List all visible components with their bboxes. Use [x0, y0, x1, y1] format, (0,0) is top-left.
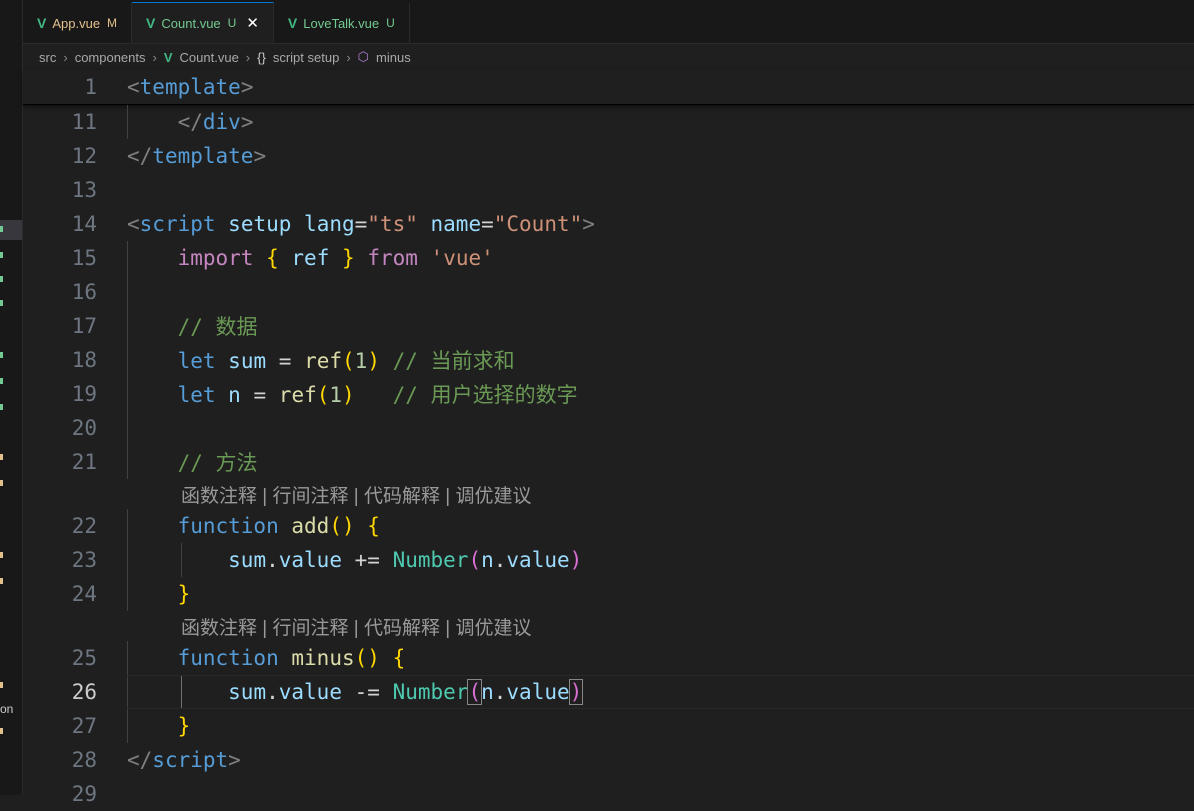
tab-app-vue[interactable]: V App.vue M [23, 3, 133, 43]
explorer-strip: on [0, 0, 23, 795]
breadcrumb-item-components[interactable]: components [75, 50, 146, 65]
breadcrumb-item-file[interactable]: Count.vue [180, 50, 239, 65]
code-line[interactable]: 29 [23, 777, 1194, 811]
chevron-right-icon: › [152, 49, 157, 65]
code-line[interactable]: 25 function minus() { [23, 641, 1194, 675]
line-number: 14 [71, 212, 97, 236]
tab-label: LoveTalk.vue [303, 15, 380, 31]
line-number: 11 [71, 110, 97, 134]
code-line[interactable]: 16 [23, 275, 1194, 309]
git-untracked-marker [0, 276, 3, 282]
git-untracked-marker [0, 352, 3, 358]
git-untracked-marker [0, 404, 3, 410]
code-line[interactable]: 15 import { ref } from 'vue' [23, 241, 1194, 275]
line-number: 23 [71, 548, 97, 572]
chevron-right-icon: › [63, 49, 68, 65]
braces-icon: {} [257, 49, 266, 65]
chevron-right-icon: › [346, 49, 351, 65]
code-line[interactable]: 14 <script setup lang="ts" name="Count"> [23, 207, 1194, 241]
line-number: 16 [71, 280, 97, 304]
method-cube-icon: ⬡ [357, 49, 370, 64]
line-number: 18 [71, 348, 97, 372]
git-modified-marker [0, 454, 3, 460]
git-untracked-marker [0, 252, 3, 258]
bracket-match: ( [467, 679, 483, 705]
codelens-actions[interactable]: 函数注释 | 行间注释 | 代码解释 | 调优建议 [181, 613, 531, 640]
git-status-badge: U [386, 16, 395, 30]
bracket-match: ) [568, 679, 584, 705]
vue-icon: V [163, 49, 173, 65]
line-number: 20 [71, 416, 97, 440]
line-number: 15 [71, 246, 97, 270]
git-untracked-marker [0, 300, 3, 306]
code-line[interactable]: 27 } [23, 709, 1194, 743]
line-number: 28 [71, 748, 97, 772]
code-line[interactable]: 11 </div> [23, 105, 1194, 139]
git-modified-marker [0, 682, 3, 688]
line-number: 26 [71, 680, 97, 704]
code-line[interactable]: 20 [23, 411, 1194, 445]
editor: V App.vue M V Count.vue U ✕ V LoveTalk.v… [23, 0, 1194, 806]
code-line[interactable]: 22 function add() { [23, 509, 1194, 543]
breadcrumb-item-minus[interactable]: minus [376, 50, 411, 65]
code-line[interactable]: 19 let n = ref(1) // 用户选择的数字 [23, 377, 1194, 411]
vue-icon: V [146, 15, 156, 31]
code-line[interactable]: 18 let sum = ref(1) // 当前求和 [23, 343, 1194, 377]
tab-lovetalk-vue[interactable]: V LoveTalk.vue U [274, 3, 410, 43]
tab-bar: V App.vue M V Count.vue U ✕ V LoveTalk.v… [23, 0, 1194, 44]
sticky-scroll-line[interactable]: 1 <template> [23, 70, 1194, 105]
tab-count-vue[interactable]: V Count.vue U ✕ [132, 2, 274, 43]
code-line[interactable]: 21 // 方法 [23, 445, 1194, 479]
code-line[interactable]: 13 [23, 173, 1194, 207]
git-status-badge: M [107, 16, 118, 30]
tab-label: Count.vue [161, 15, 221, 31]
explorer-text-fragment: on [0, 702, 14, 716]
git-untracked-marker [0, 378, 3, 384]
line-number: 21 [71, 450, 97, 474]
git-untracked-marker [0, 226, 3, 232]
codelens-actions[interactable]: 函数注释 | 行间注释 | 代码解释 | 调优建议 [181, 481, 531, 508]
line-number: 22 [71, 514, 97, 538]
code-line[interactable]: 17 // 数据 [23, 309, 1194, 343]
codelens-add[interactable]: 函数注释 | 行间注释 | 代码解释 | 调优建议 [23, 479, 1194, 509]
close-icon[interactable]: ✕ [246, 14, 259, 32]
code-line[interactable]: 23 sum.value += Number(n.value) [23, 543, 1194, 577]
code-line[interactable]: 12 </template> [23, 139, 1194, 173]
breadcrumb-item-script-setup[interactable]: script setup [273, 50, 339, 65]
tab-label: App.vue [52, 15, 101, 31]
line-number: 17 [71, 314, 97, 338]
line-number: 29 [71, 782, 97, 806]
line-number: 24 [71, 582, 97, 606]
line-number: 1 [84, 75, 97, 99]
code-line[interactable]: 28 </script> [23, 743, 1194, 777]
git-modified-marker [0, 578, 3, 584]
line-number: 27 [71, 714, 97, 738]
git-status-badge: U [227, 16, 237, 30]
chevron-right-icon: › [245, 49, 251, 65]
git-modified-marker [0, 552, 3, 558]
code-area[interactable]: 1 <template> 11 </div> 12 </template> 13… [23, 70, 1194, 806]
codelens-minus[interactable]: 函数注释 | 行间注释 | 代码解释 | 调优建议 [23, 611, 1194, 641]
breadcrumb: src › components › V Count.vue › {} scri… [23, 44, 1194, 70]
code-line[interactable]: 24 } [23, 577, 1194, 611]
line-number: 13 [71, 178, 97, 202]
line-number: 19 [71, 382, 97, 406]
vue-icon: V [37, 15, 47, 31]
line-number: 25 [71, 646, 97, 670]
git-modified-marker [0, 480, 3, 486]
explorer-selected-row[interactable] [0, 220, 22, 240]
breadcrumb-item-src[interactable]: src [39, 50, 56, 65]
code-line-current[interactable]: 26 sum.value -= Number(n.value) [23, 675, 1194, 709]
line-number: 12 [71, 144, 97, 168]
git-modified-marker [0, 728, 3, 734]
vue-icon: V [287, 15, 298, 31]
